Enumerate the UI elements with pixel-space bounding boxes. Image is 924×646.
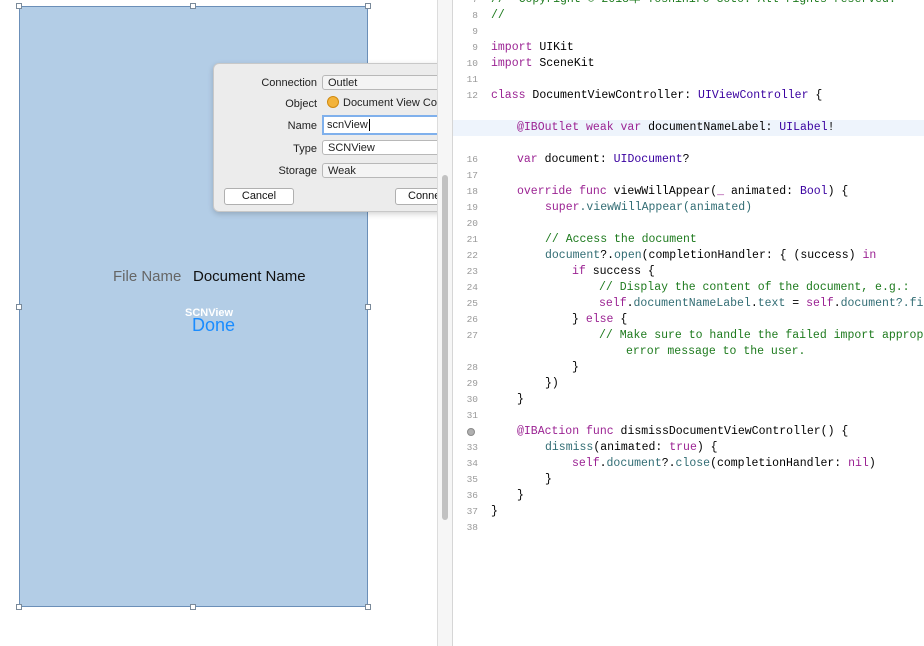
line-number: 16 [466, 154, 478, 165]
line-number: 19 [466, 202, 478, 213]
highlighted-line: @IBOutlet weak var documentNameLabel: UI… [453, 120, 924, 136]
code-line[interactable]: // [491, 8, 505, 24]
resize-handle-top-left[interactable] [16, 3, 22, 9]
code-line[interactable]: self.document?.close(completionHandler: … [572, 456, 876, 472]
resize-handle-top[interactable] [190, 3, 196, 9]
code-line[interactable]: // Copyright © 2018年 Yoshihiro Goto. All… [491, 0, 896, 8]
connection-popover: Connection Outlet ▴▾ Object Document Vie… [213, 63, 468, 212]
line-number: 28 [466, 362, 478, 373]
done-button[interactable]: Done [192, 315, 235, 336]
resize-handle-bottom-left[interactable] [16, 604, 22, 610]
object-value: Document View Con... [343, 97, 453, 109]
line-number: 10 [466, 58, 478, 69]
line-number: 34 [466, 458, 478, 469]
line-number: 17 [466, 170, 478, 181]
resize-handle-top-right[interactable] [365, 3, 371, 9]
line-number: 37 [466, 506, 478, 517]
text-cursor [368, 119, 370, 131]
line-number: 7 [453, 0, 478, 8]
code-line[interactable]: if success { [572, 264, 655, 280]
code-line[interactable]: import UIKit [491, 40, 574, 56]
code-line[interactable]: import SceneKit [491, 56, 595, 72]
type-value: SCNView [328, 142, 375, 154]
line-number: 35 [466, 474, 478, 485]
line-number: 20 [466, 218, 478, 229]
line-number: 25 [466, 298, 478, 309]
line-number: 31 [466, 410, 478, 421]
line-number: 23 [466, 266, 478, 277]
line-number: 9 [472, 42, 478, 53]
code-line[interactable]: override func viewWillAppear(_ animated:… [517, 184, 848, 200]
code-line[interactable]: dismiss(animated: true) { [545, 440, 718, 456]
code-editor[interactable]: 7 // Copyright © 2018年 Yoshihiro Goto. Al… [453, 0, 924, 646]
storage-label: Storage [278, 165, 317, 177]
editor-splitter[interactable] [437, 0, 453, 646]
connection-value: Outlet [328, 77, 358, 89]
line-number: 21 [466, 234, 478, 245]
line-number: 30 [466, 394, 478, 405]
line-number: 26 [466, 314, 478, 325]
line-number: 12 [466, 90, 478, 101]
line-number: 36 [466, 490, 478, 501]
line-number: 8 [472, 10, 478, 21]
code-line[interactable]: self.documentNameLabel.text = self.docum… [599, 296, 924, 312]
code-line[interactable]: @IBAction func dismissDocumentViewContro… [517, 424, 848, 440]
line-number: 18 [466, 186, 478, 197]
line-number: 9 [472, 26, 478, 37]
name-value: scnView [327, 119, 368, 131]
code-line[interactable]: var document: UIDocument? [517, 152, 690, 168]
file-name-label[interactable]: File Name [113, 268, 181, 285]
line-number: 33 [466, 442, 478, 453]
name-label: Name [287, 120, 317, 132]
document-name-label[interactable]: Document Name [193, 268, 306, 285]
line-number: 29 [466, 378, 478, 389]
code-line[interactable]: } [517, 488, 524, 504]
connection-label: Connection [261, 77, 317, 89]
line-number: 38 [466, 522, 478, 533]
resize-handle-bottom[interactable] [190, 604, 196, 610]
line-number: 27 [466, 330, 478, 341]
code-line[interactable]: // Make sure to handle the failed import… [599, 328, 924, 344]
code-line-wrap[interactable]: error message to the user. [626, 344, 805, 360]
object-label: Object [285, 98, 317, 110]
resize-handle-bottom-right[interactable] [365, 604, 371, 610]
code-line[interactable]: }) [545, 376, 559, 392]
resize-handle-right[interactable] [365, 304, 371, 310]
line-number: 11 [466, 74, 478, 85]
resize-handle-left[interactable] [16, 304, 22, 310]
code-line[interactable]: document?.open(completionHandler: { (suc… [545, 248, 876, 264]
code-line[interactable]: @IBOutlet weak var documentNameLabel: UI… [517, 120, 835, 136]
code-line[interactable]: } [491, 504, 498, 520]
code-line[interactable]: } [572, 360, 579, 376]
view-controller-icon [327, 96, 339, 109]
code-line[interactable]: } [517, 392, 524, 408]
line-number: 22 [466, 250, 478, 261]
code-line[interactable]: } [545, 472, 552, 488]
code-line[interactable]: class DocumentViewController: UIViewCont… [491, 88, 822, 104]
code-line[interactable]: } else { [572, 312, 627, 328]
line-number: 24 [466, 282, 478, 293]
canvas-scrollbar[interactable] [442, 175, 448, 520]
type-label: Type [293, 143, 317, 155]
code-line[interactable]: // Display the content of the document, … [599, 280, 910, 296]
cancel-button[interactable]: Cancel [224, 188, 294, 205]
connection-circle-icon[interactable] [467, 428, 475, 436]
code-line[interactable]: // Access the document [545, 232, 697, 248]
storage-value: Weak [328, 165, 356, 177]
code-line[interactable]: super.viewWillAppear(animated) [545, 200, 752, 216]
